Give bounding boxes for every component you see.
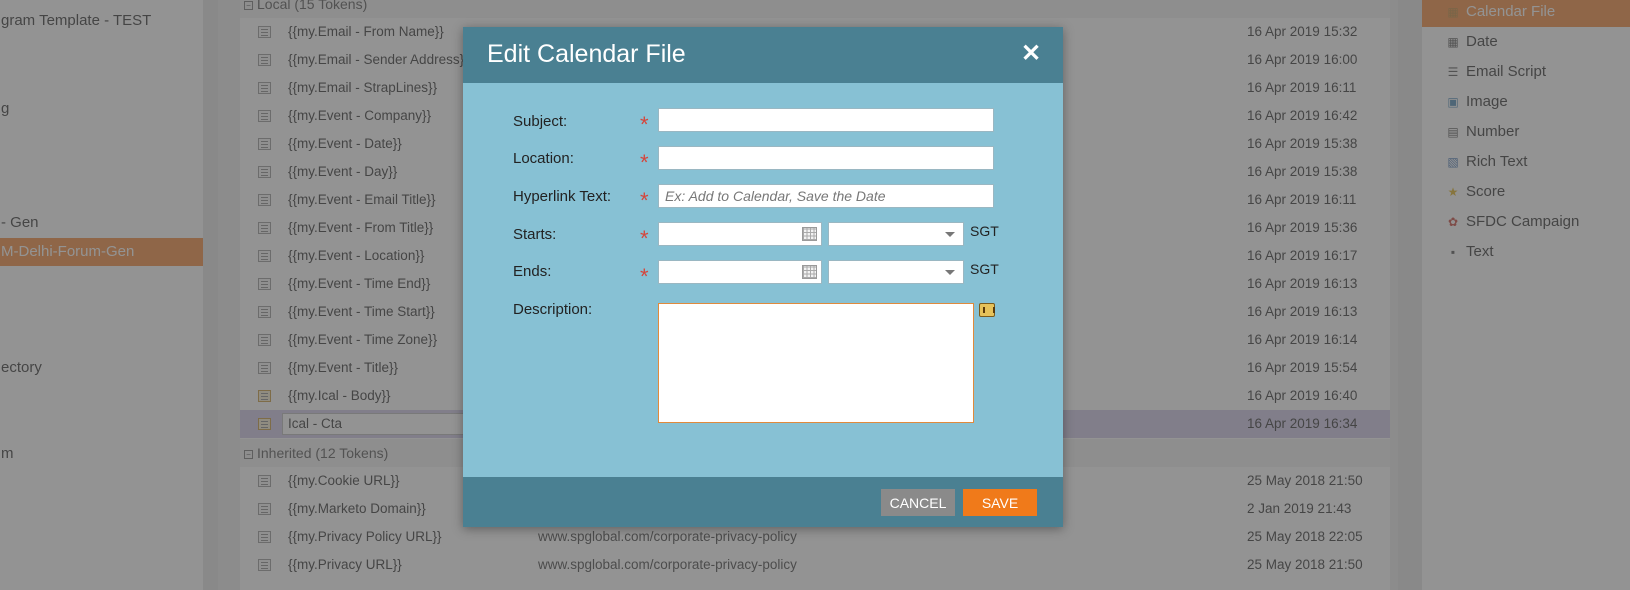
required-asterisk: * [640,188,649,213]
save-button[interactable]: SAVE [963,489,1037,516]
start-timezone-label: SGT [970,223,999,239]
description-textarea[interactable] [658,303,974,423]
start-date-field [658,222,822,246]
required-asterisk: * [640,112,649,137]
close-icon[interactable]: ✕ [1019,42,1043,67]
ends-label: Ends: [513,263,552,280]
location-label: Location: [513,150,574,167]
calendar-icon[interactable] [802,227,817,241]
start-time-select[interactable] [828,222,964,246]
hyperlink-text-label: Hyperlink Text: [513,188,612,205]
insert-token-icon[interactable] [979,303,995,317]
end-time-select[interactable] [828,260,964,284]
dialog-footer: CANCEL SAVE [463,477,1063,527]
location-input[interactable] [658,146,994,170]
required-asterisk: * [640,226,649,251]
dialog-title: Edit Calendar File [487,40,686,68]
required-asterisk: * [640,264,649,289]
required-asterisk: * [640,150,649,175]
start-date-input[interactable] [659,223,789,245]
subject-label: Subject: [513,113,568,130]
description-label: Description: [513,301,593,318]
calendar-icon[interactable] [802,265,817,279]
subject-input[interactable] [658,108,994,132]
end-date-field [658,260,822,284]
chevron-down-icon [945,270,955,275]
chevron-down-icon [945,232,955,237]
dialog-header: Edit Calendar File ✕ [463,27,1063,83]
end-date-input[interactable] [659,261,789,283]
edit-calendar-file-dialog: Edit Calendar File ✕ Subject: * Location… [463,27,1063,527]
cancel-button[interactable]: CANCEL [881,489,955,516]
starts-label: Starts: [513,226,557,243]
hyperlink-text-input[interactable] [658,184,994,208]
end-timezone-label: SGT [970,261,999,277]
